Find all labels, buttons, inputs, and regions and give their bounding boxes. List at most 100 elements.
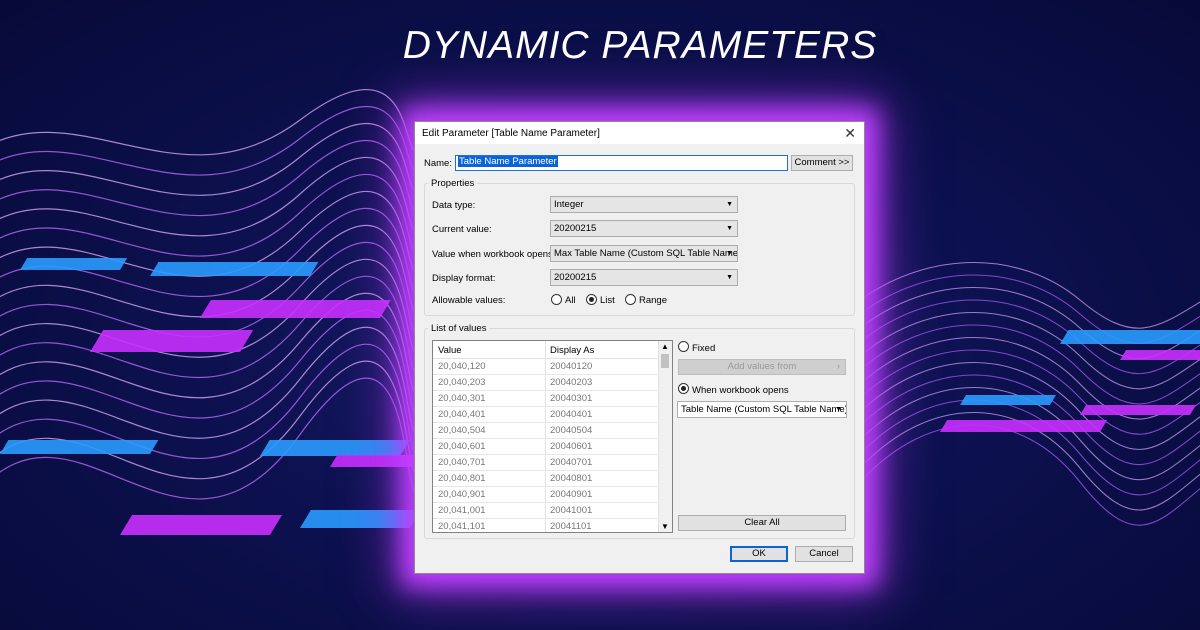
list-row[interactable]: 20,041,001 20041001 [433,502,657,519]
row-display-as: 20040801 [550,473,593,484]
radio-when-workbook-opens[interactable] [678,383,689,394]
properties-group-label: Properties [428,178,478,189]
list-row[interactable]: 20,040,901 20040901 [433,486,657,503]
row-display-as: 20040901 [550,489,593,500]
workbook-opens-dropdown[interactable]: Max Table Name (Custom SQL Table Name) ▼ [550,245,738,262]
cancel-button[interactable]: Cancel [795,546,853,562]
values-list[interactable]: Value Display As 20,040,120 20040120 20,04… [432,340,673,533]
allowable-values-label: Allowable values: [432,295,506,306]
chevron-down-icon: ▼ [726,250,733,257]
close-icon[interactable]: ✕ [844,125,856,142]
decorative-bar [200,300,391,318]
current-value: 20200215 [554,223,597,234]
chevron-down-icon: ▼ [726,274,733,281]
row-display-as: 20040601 [550,441,593,452]
row-value: 20,040,901 [438,489,486,500]
add-values-from-button[interactable]: Add values from › [678,359,846,375]
radio-when-workbook-opens-label: When workbook opens [692,385,789,396]
ok-button[interactable]: OK [730,546,788,562]
data-type-dropdown[interactable]: Integer ▼ [550,196,738,213]
display-format-value: 20200215 [554,272,597,283]
display-format-dropdown[interactable]: 20200215 ▼ [550,269,738,286]
row-display-as: 20040301 [550,393,593,404]
decorative-bar [940,420,1108,432]
wave-line [859,424,1200,526]
list-row[interactable]: 20,040,701 20040701 [433,454,657,471]
list-of-values-group-label: List of values [428,323,490,334]
scroll-thumb[interactable] [661,354,669,368]
current-value-dropdown[interactable]: 20200215 ▼ [550,220,738,237]
wave-line [859,374,1200,466]
wave-line [0,122,421,196]
chevron-up-icon[interactable]: ▲ [661,342,669,351]
dialog-title: Edit Parameter [Table Name Parameter] [422,128,600,139]
current-value-label: Current value: [432,224,492,235]
decorative-bar [120,515,282,535]
row-value: 20,040,401 [438,409,486,420]
vertical-scrollbar[interactable]: ▲ ▼ [658,341,672,532]
chevron-down-icon: ▼ [835,406,842,413]
workbook-opens-value: Max Table Name (Custom SQL Table Name) [554,248,738,259]
row-value: 20,041,101 [438,521,486,532]
row-display-as: 20040504 [550,425,593,436]
clear-all-button[interactable]: Clear All [678,515,846,531]
headline: DYNAMIC PARAMETERS [402,24,878,67]
chevron-down-icon: ▼ [726,225,733,232]
radio-list-label: List [600,295,615,306]
dialog-titlebar[interactable]: Edit Parameter [Table Name Parameter] ✕ [415,122,864,144]
row-value: 20,040,601 [438,441,486,452]
row-value: 20,040,120 [438,361,486,372]
row-value: 20,040,701 [438,457,486,468]
name-field[interactable]: Table Name Parameter [455,155,788,171]
comment-button[interactable]: Comment >> [791,155,853,171]
wave-line [0,377,421,500]
column-header-value[interactable]: Value [438,345,462,356]
decorative-bar [300,510,421,528]
list-row[interactable]: 20,040,301 20040301 [433,390,657,407]
radio-all[interactable] [551,294,562,305]
radio-fixed[interactable] [678,341,689,352]
list-row[interactable]: 20,040,120 20040120 [433,358,657,375]
data-type-value: Integer [554,199,584,210]
when-opens-dropdown[interactable]: Table Name (Custom SQL Table Name) ▼ [677,401,847,418]
row-value: 20,041,001 [438,505,486,516]
row-display-as: 20040120 [550,361,593,372]
wave-line [0,241,421,338]
data-type-label: Data type: [432,200,476,211]
row-display-as: 20040401 [550,409,593,420]
radio-list[interactable] [586,294,597,305]
decorative-bar [20,258,128,270]
chevron-down-icon[interactable]: ▼ [661,522,669,531]
row-display-as: 20040701 [550,457,593,468]
name-label: Name: [424,158,452,169]
list-row[interactable]: 20,041,101 20041101 [433,518,657,532]
list-row[interactable]: 20,040,203 20040203 [433,374,657,391]
row-display-as: 20040203 [550,377,593,388]
name-field-value: Table Name Parameter [458,156,558,167]
decorative-bar [260,440,410,456]
wave-line [0,207,421,298]
list-row[interactable]: 20,040,401 20040401 [433,406,657,423]
wave-line [0,106,421,176]
wave-line [0,89,421,156]
row-value: 20,040,801 [438,473,486,484]
add-values-from-label: Add values from [727,361,797,372]
list-row[interactable]: 20,040,504 20040504 [433,422,657,439]
column-header-display-as[interactable]: Display As [550,345,594,356]
decorative-bar [1120,350,1200,360]
chevron-down-icon: ▼ [726,201,733,208]
wave-line [0,139,421,216]
edit-parameter-dialog: Edit Parameter [Table Name Parameter] ✕ … [414,121,865,574]
decorative-bar [150,262,319,276]
radio-fixed-label: Fixed [692,343,716,354]
when-opens-value: Table Name (Custom SQL Table Name) [681,404,847,415]
row-display-as: 20041101 [550,521,592,532]
radio-range[interactable] [625,294,636,305]
list-row[interactable]: 20,040,801 20040801 [433,470,657,487]
workbook-opens-label: Value when workbook opens: [432,249,556,260]
row-value: 20,040,203 [438,377,486,388]
row-value: 20,040,504 [438,425,486,436]
list-row[interactable]: 20,040,601 20040601 [433,438,657,455]
wave-line [0,156,421,237]
display-format-label: Display format: [432,273,496,284]
